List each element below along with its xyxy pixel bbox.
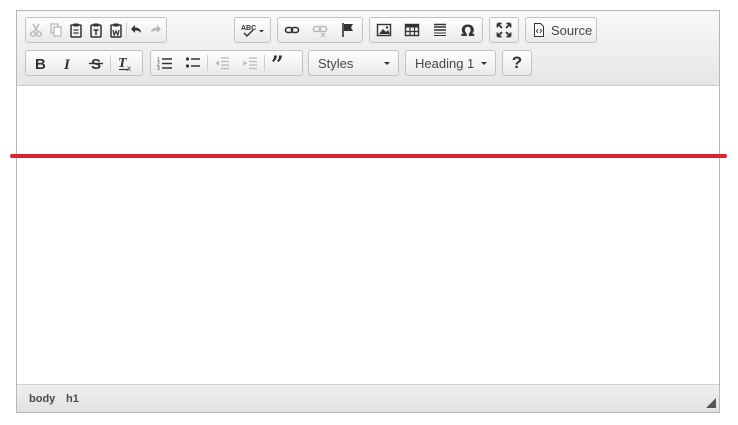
rich-text-editor: ABC Ω Source B I S T x 1 2 3 ” Styles He… xyxy=(16,10,720,413)
special-char-button[interactable]: Ω xyxy=(454,18,482,42)
help-group: ? xyxy=(502,50,532,76)
redo-icon xyxy=(151,25,162,33)
cut-button[interactable] xyxy=(26,18,46,42)
bold-button[interactable]: B xyxy=(26,51,54,75)
spellcheck-button[interactable]: ABC xyxy=(235,18,270,42)
svg-text:B: B xyxy=(35,56,46,71)
editing-area[interactable] xyxy=(17,86,719,386)
spellcheck-icon: ABC xyxy=(241,25,264,38)
format-dropdown[interactable]: Heading 1 xyxy=(405,50,496,76)
element-path-bar: body h1 xyxy=(17,384,719,412)
undo-button[interactable] xyxy=(126,18,146,42)
help-button[interactable]: ? xyxy=(503,51,531,75)
chevron-down-icon xyxy=(384,62,390,65)
outdent-button[interactable] xyxy=(208,51,236,75)
outdent-icon xyxy=(215,57,229,70)
insert-group: Ω xyxy=(369,17,483,43)
link-button[interactable] xyxy=(278,18,306,42)
maximize-button[interactable] xyxy=(490,18,518,42)
image-icon xyxy=(376,23,392,37)
copy-icon xyxy=(50,23,62,37)
italic-icon: I xyxy=(63,57,71,71)
paste-text-icon xyxy=(89,23,102,38)
flag-icon xyxy=(342,23,353,37)
basic-styles-group: B I S Tx xyxy=(25,50,143,76)
horizontal-rule-icon xyxy=(434,23,446,36)
link-icon xyxy=(284,26,300,34)
indent-icon xyxy=(243,57,257,70)
table-button[interactable] xyxy=(398,18,426,42)
remove-format-button[interactable]: Tx xyxy=(111,51,139,75)
numbered-list-icon: 123 xyxy=(157,57,172,71)
table-icon xyxy=(404,23,420,37)
unlink-icon xyxy=(312,25,328,38)
maximize-icon xyxy=(496,22,512,38)
strikethrough-icon: S xyxy=(89,56,103,71)
numbered-list-button[interactable]: 123 xyxy=(151,51,179,75)
svg-text:3: 3 xyxy=(157,66,160,71)
indent-button[interactable] xyxy=(236,51,264,75)
paste-word-icon xyxy=(109,23,122,38)
italic-button[interactable]: I xyxy=(54,51,82,75)
svg-text:x: x xyxy=(127,64,131,71)
source-button[interactable]: Source xyxy=(526,18,596,42)
anchor-button[interactable] xyxy=(334,18,362,42)
chevron-down-icon xyxy=(481,62,487,65)
styles-dropdown-value: Styles xyxy=(318,55,354,71)
redo-button[interactable] xyxy=(146,18,166,42)
blockquote-button[interactable]: ” xyxy=(265,51,293,75)
undo-icon xyxy=(131,25,142,33)
bold-icon: B xyxy=(35,56,46,71)
scissors-icon xyxy=(29,23,43,38)
clipboard-group xyxy=(25,17,167,43)
red-divider-line xyxy=(10,154,727,158)
bulleted-list-button[interactable] xyxy=(179,51,207,75)
paste-word-button[interactable] xyxy=(106,18,126,42)
omega-icon: Ω xyxy=(461,22,475,38)
source-icon xyxy=(534,23,544,37)
links-group xyxy=(277,17,363,43)
clipboard-icon xyxy=(70,23,82,38)
source-label: Source xyxy=(551,22,593,38)
paste-text-button[interactable] xyxy=(86,18,106,42)
svg-text:Ω: Ω xyxy=(461,22,475,38)
maximize-group xyxy=(489,17,519,43)
remove-format-icon: Tx xyxy=(118,56,131,71)
strike-button[interactable]: S xyxy=(82,51,110,75)
help-label: ? xyxy=(511,53,523,72)
resize-handle-icon[interactable] xyxy=(706,398,716,408)
svg-text:ABC: ABC xyxy=(241,25,256,32)
svg-text:”: ” xyxy=(271,55,284,71)
paste-button[interactable] xyxy=(66,18,86,42)
styles-dropdown[interactable]: Styles xyxy=(308,50,399,76)
source-group: Source xyxy=(525,17,597,43)
format-dropdown-value: Heading 1 xyxy=(415,55,475,71)
paragraph-group: 123 ” xyxy=(150,50,303,76)
copy-button[interactable] xyxy=(46,18,66,42)
svg-text:I: I xyxy=(63,57,71,71)
editor-toolbar: ABC Ω Source B I S T x 1 2 3 ” Styles He… xyxy=(17,11,719,86)
unlink-button[interactable] xyxy=(306,18,334,42)
path-element-body[interactable]: body xyxy=(29,393,55,405)
horizontal-rule-button[interactable] xyxy=(426,18,454,42)
image-button[interactable] xyxy=(370,18,398,42)
spellcheck-group: ABC xyxy=(234,17,271,43)
path-element-h1[interactable]: h1 xyxy=(66,393,79,405)
quote-icon: ” xyxy=(271,55,284,71)
bulleted-list-icon xyxy=(185,57,200,68)
